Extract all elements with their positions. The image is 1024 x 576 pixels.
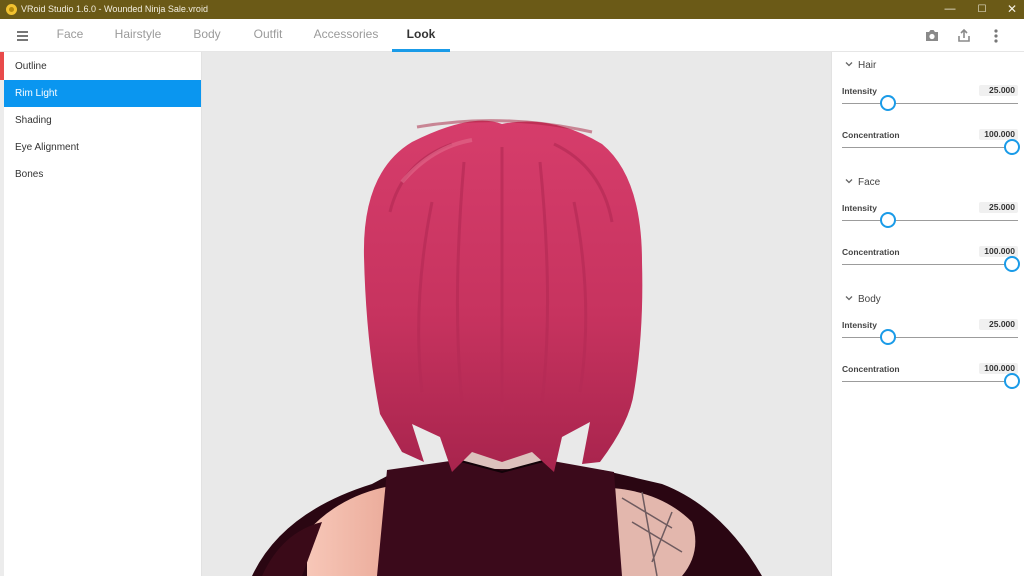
section-title: Hair xyxy=(858,60,877,71)
3d-viewport[interactable] xyxy=(202,52,831,576)
tab-accessories[interactable]: Accessories xyxy=(311,19,381,52)
concentration-body-slider-thumb[interactable] xyxy=(1004,373,1020,389)
vroid-app-icon xyxy=(6,4,17,15)
intensity-body-slider-track[interactable] xyxy=(842,337,1018,338)
nav-item-outline[interactable]: Outline xyxy=(4,53,201,80)
section-header-hair[interactable]: Hair xyxy=(844,58,876,71)
tab-hairstyle[interactable]: Hairstyle xyxy=(110,19,166,52)
concentration-face-slider-track[interactable] xyxy=(842,264,1018,265)
tab-face[interactable]: Face xyxy=(52,19,88,52)
concentration-hair-label: Concentration xyxy=(842,130,900,140)
main-toolbar: Face Hairstyle Body Outfit Accessories L… xyxy=(0,19,1024,52)
nav-item-rim-light[interactable]: Rim Light xyxy=(4,80,201,107)
intensity-body-slider-thumb[interactable] xyxy=(880,329,896,345)
window-title: VRoid Studio 1.6.0 - Wounded Ninja Sale.… xyxy=(21,4,208,14)
section-title: Face xyxy=(858,177,881,188)
more-vertical-icon[interactable] xyxy=(986,26,1006,46)
title-bar: VRoid Studio 1.6.0 - Wounded Ninja Sale.… xyxy=(0,0,1024,19)
tab-look[interactable]: Look xyxy=(392,19,450,52)
nav-item-bones[interactable]: Bones xyxy=(4,161,201,188)
intensity-face-slider-track[interactable] xyxy=(842,220,1018,221)
concentration-body-label: Concentration xyxy=(842,364,900,374)
chevron-down-icon xyxy=(845,296,853,301)
chevron-down-icon xyxy=(845,62,853,67)
avatar-render xyxy=(252,119,762,576)
nav-item-shading[interactable]: Shading xyxy=(4,107,201,134)
minimize-button[interactable]: — xyxy=(934,0,966,19)
section-header-face[interactable]: Face xyxy=(844,175,880,188)
concentration-body-slider-track[interactable] xyxy=(842,381,1018,382)
concentration-face-label: Concentration xyxy=(842,247,900,257)
chevron-down-icon xyxy=(845,179,853,184)
tab-outfit[interactable]: Outfit xyxy=(248,19,288,52)
intensity-body-label: Intensity xyxy=(842,320,877,330)
camera-icon[interactable] xyxy=(922,26,942,46)
concentration-face-slider-thumb[interactable] xyxy=(1004,256,1020,272)
close-button[interactable]: ✕ xyxy=(996,0,1024,19)
concentration-hair-slider-track[interactable] xyxy=(842,147,1018,148)
section-title: Body xyxy=(858,294,881,305)
intensity-face-value-field[interactable]: 25.000 xyxy=(979,202,1018,213)
intensity-body-value-field[interactable]: 25.000 xyxy=(979,319,1018,330)
intensity-hair-slider-thumb[interactable] xyxy=(880,95,896,111)
tab-body[interactable]: Body xyxy=(188,19,226,52)
intensity-face-label: Intensity xyxy=(842,203,877,213)
concentration-hair-slider-thumb[interactable] xyxy=(1004,139,1020,155)
section-header-body[interactable]: Body xyxy=(844,292,881,305)
maximize-button[interactable]: ☐ xyxy=(966,0,998,19)
intensity-face-slider-thumb[interactable] xyxy=(880,212,896,228)
intensity-hair-slider-track[interactable] xyxy=(842,103,1018,104)
hamburger-menu-icon[interactable] xyxy=(12,27,32,45)
intensity-hair-label: Intensity xyxy=(842,86,877,96)
rim-light-settings-panel: Hair Intensity 25.000 Concentration 100.000 F… xyxy=(831,52,1024,576)
intensity-hair-value-field[interactable]: 25.000 xyxy=(979,85,1018,96)
nav-item-eye-alignment[interactable]: Eye Alignment xyxy=(4,134,201,161)
export-icon[interactable] xyxy=(954,26,974,46)
